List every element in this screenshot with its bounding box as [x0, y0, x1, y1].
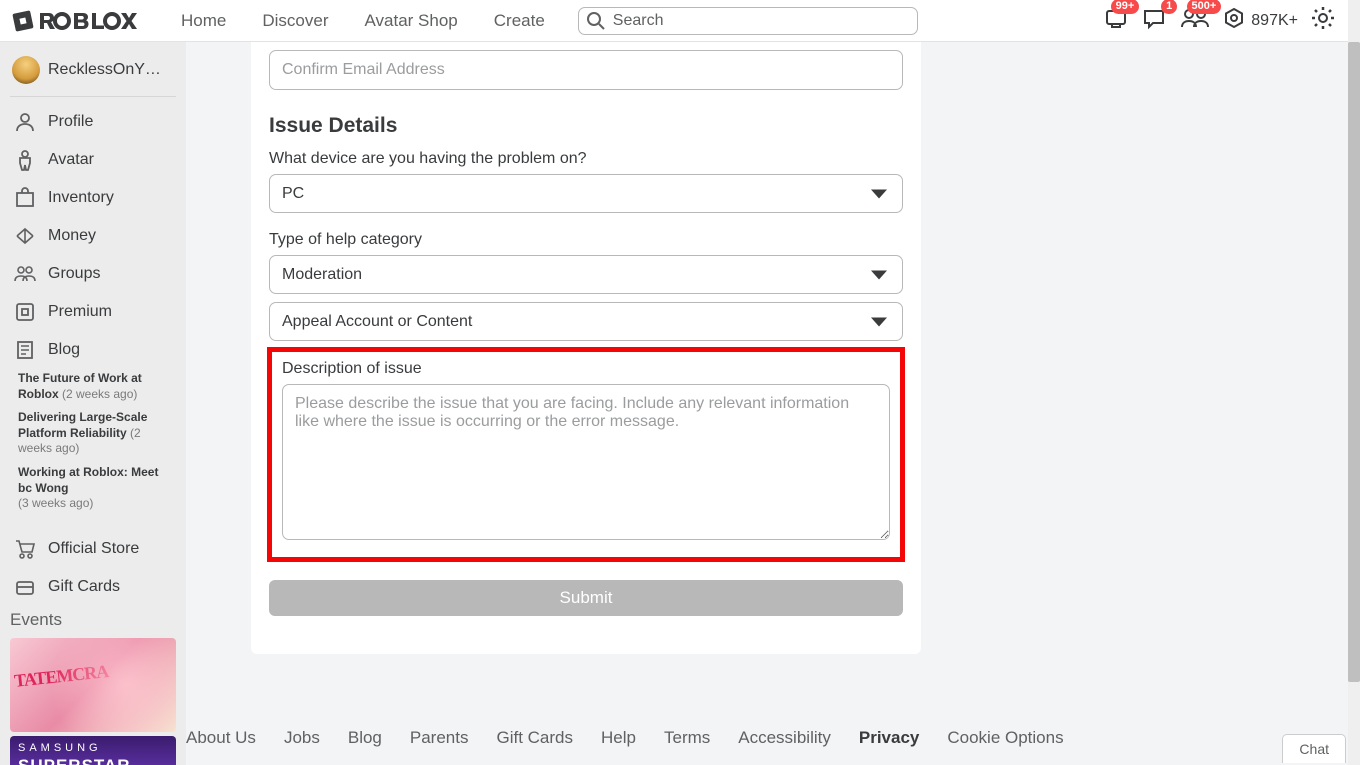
robux-amount: 897K+ [1251, 12, 1298, 30]
inventory-icon [12, 185, 38, 211]
blog-list: The Future of Work at Roblox (2 weeks ag… [0, 369, 186, 530]
notif-badge: 99+ [1111, 0, 1140, 14]
event-card-2[interactable]: SAMSUNG SUPERSTAR Galaxy [10, 736, 176, 765]
footer-privacy[interactable]: Privacy [859, 728, 920, 748]
blog-item[interactable]: The Future of Work at Roblox (2 weeks ag… [18, 371, 168, 402]
nav-links: Home Discover Avatar Shop Create [168, 3, 558, 39]
sidebar-item-premium[interactable]: Premium [0, 293, 186, 331]
footer-accessibility[interactable]: Accessibility [738, 728, 831, 748]
friends-icon[interactable]: 500+ [1179, 5, 1211, 36]
footer-blog[interactable]: Blog [348, 728, 382, 748]
description-highlight: Description of issue [267, 347, 905, 562]
description-label: Description of issue [282, 360, 890, 378]
confirm-email-input[interactable] [269, 50, 903, 90]
user-block[interactable]: RecklessOnY… [10, 50, 176, 97]
sidebar-item-blog[interactable]: Blog [0, 331, 186, 369]
footer: About Us Jobs Blog Parents Gift Cards He… [186, 711, 1348, 765]
sidebar-item-avatar[interactable]: Avatar [0, 141, 186, 179]
messages-icon[interactable]: 1 [1141, 5, 1167, 36]
sidebar-item-profile[interactable]: Profile [0, 103, 186, 141]
footer-giftcards[interactable]: Gift Cards [496, 728, 573, 748]
sidebar-item-store[interactable]: Official Store [0, 530, 186, 568]
sidebar-item-label: Premium [48, 303, 112, 321]
blog-item[interactable]: Delivering Large-Scale Platform Reliabil… [18, 410, 168, 457]
event-card-1[interactable]: TATEMCRA [10, 638, 176, 732]
device-select[interactable]: PC [269, 174, 903, 213]
sidebar-item-label: Avatar [48, 151, 94, 169]
category-label: Type of help category [269, 231, 903, 249]
events-label: Events [0, 606, 186, 634]
username: RecklessOnY… [48, 61, 161, 79]
friends-badge: 500+ [1187, 0, 1222, 14]
topbar-right: 99+ 1 500+ 897K+ [1103, 5, 1336, 36]
premium-icon [12, 299, 38, 325]
nav-create[interactable]: Create [481, 3, 558, 39]
footer-terms[interactable]: Terms [664, 728, 710, 748]
robux-count[interactable]: 897K+ [1223, 7, 1298, 34]
device-label: What device are you having the problem o… [269, 150, 903, 168]
nav-discover[interactable]: Discover [249, 3, 341, 39]
groups-icon [12, 261, 38, 287]
topbar: Home Discover Avatar Shop Create 99+ 1 5… [0, 0, 1348, 42]
search-icon [586, 11, 606, 36]
sidebar-item-inventory[interactable]: Inventory [0, 179, 186, 217]
settings-icon[interactable] [1310, 5, 1336, 36]
search-wrap [578, 7, 918, 35]
main-content: Issue Details What device are you having… [186, 42, 1348, 765]
scrollbar-track[interactable] [1348, 0, 1360, 765]
giftcard-icon [12, 574, 38, 600]
money-icon [12, 223, 38, 249]
sidebar-item-giftcards[interactable]: Gift Cards [0, 568, 186, 606]
sidebar-item-label: Groups [48, 265, 100, 283]
sidebar-item-label: Official Store [48, 540, 139, 558]
profile-icon [12, 109, 38, 135]
nav-home[interactable]: Home [168, 3, 239, 39]
msg-badge: 1 [1161, 0, 1177, 14]
search-input[interactable] [578, 7, 918, 35]
subcategory-select[interactable]: Appeal Account or Content [269, 302, 903, 341]
notifications-icon[interactable]: 99+ [1103, 5, 1129, 36]
sidebar-item-money[interactable]: Money [0, 217, 186, 255]
robux-icon [1223, 7, 1245, 34]
sidebar-item-label: Money [48, 227, 96, 245]
chat-tab[interactable]: Chat [1282, 734, 1346, 763]
nav-avatarshop[interactable]: Avatar Shop [351, 3, 470, 39]
blog-icon [12, 337, 38, 363]
footer-parents[interactable]: Parents [410, 728, 469, 748]
sidebar: RecklessOnY… Profile Avatar Inventory Mo… [0, 42, 186, 765]
sidebar-item-label: Profile [48, 113, 93, 131]
sidebar-item-groups[interactable]: Groups [0, 255, 186, 293]
issue-details-title: Issue Details [269, 114, 903, 138]
footer-cookie[interactable]: Cookie Options [947, 728, 1063, 748]
sidebar-item-label: Gift Cards [48, 578, 120, 596]
avatar-thumb [12, 56, 40, 84]
sidebar-item-label: Blog [48, 341, 80, 359]
scrollbar-thumb[interactable] [1348, 42, 1360, 682]
sidebar-item-label: Inventory [48, 189, 114, 207]
roblox-logo[interactable] [12, 9, 138, 33]
submit-button[interactable]: Submit [269, 580, 903, 616]
description-textarea[interactable] [282, 384, 890, 540]
store-icon [12, 536, 38, 562]
footer-jobs[interactable]: Jobs [284, 728, 320, 748]
support-form: Issue Details What device are you having… [251, 42, 921, 654]
blog-item[interactable]: Working at Roblox: Meet bc Wong(3 weeks … [18, 465, 168, 512]
footer-about[interactable]: About Us [186, 728, 256, 748]
category-select[interactable]: Moderation [269, 255, 903, 294]
avatar-icon [12, 147, 38, 173]
footer-help[interactable]: Help [601, 728, 636, 748]
